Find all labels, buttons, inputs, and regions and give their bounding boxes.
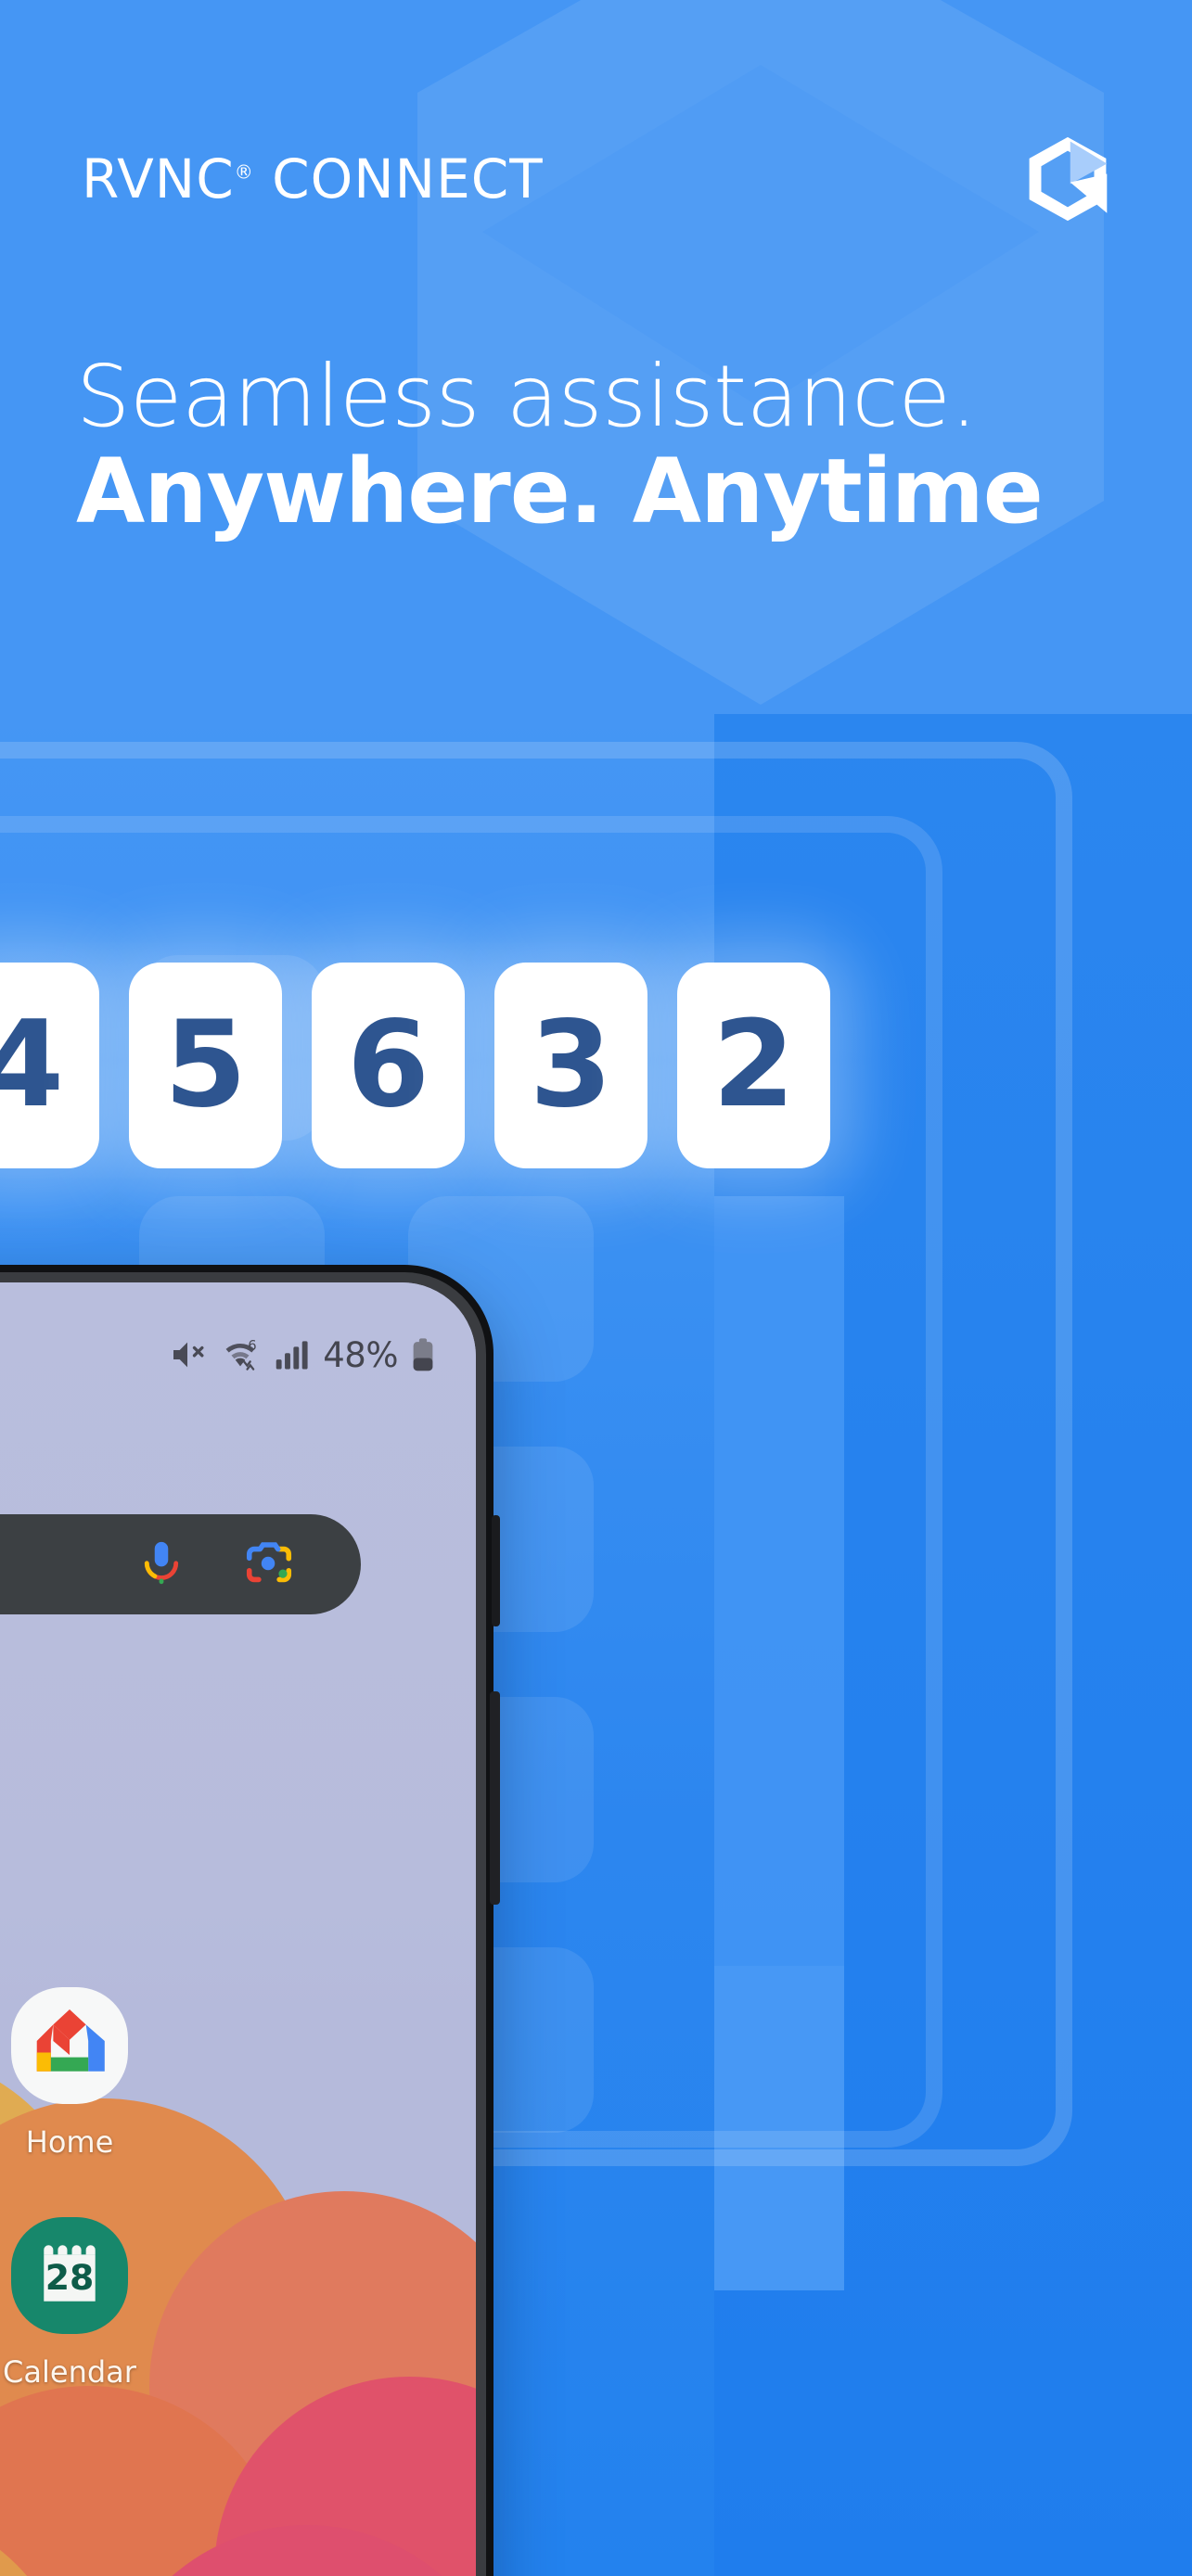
brand-wordmark-rvnc: RVNC	[82, 147, 235, 210]
logo-row: RVNC® CONNECT	[82, 134, 1118, 223]
app-label: Home	[25, 2124, 114, 2160]
volume-mute-icon	[169, 1336, 206, 1373]
app-label: Calendar	[3, 2354, 136, 2390]
brand-wordmark-connect: CONNECT	[272, 147, 544, 210]
registered-trademark-icon: ®	[234, 160, 254, 184]
phone-mockup: 6 48% Home 28 Calendar	[0, 1265, 500, 2576]
promo-screenshot: RVNC® CONNECT Seamless assistance. Anywh…	[0, 0, 1192, 2576]
svg-text:6: 6	[248, 1338, 256, 1354]
battery-icon	[411, 1337, 435, 1372]
app-item-home[interactable]: Home	[0, 1987, 185, 2160]
headline: Seamless assistance. Anywhere. Anytime	[76, 351, 1115, 542]
google-search-bar[interactable]	[0, 1514, 361, 1614]
calendar-app-icon[interactable]: 28	[11, 2217, 128, 2334]
google-lens-icon[interactable]	[242, 1537, 296, 1591]
app-row: Clock 28 Calendar	[0, 2217, 429, 2390]
app-grid: Phone	[0, 1987, 429, 2447]
header: RVNC® CONNECT Seamless assistance. Anywh…	[0, 0, 1192, 714]
google-mic-icon[interactable]	[135, 1537, 188, 1591]
app-item-calendar[interactable]: 28 Calendar	[0, 2217, 185, 2390]
battery-percent-label: 48%	[323, 1334, 398, 1375]
code-tile: 5	[129, 963, 282, 1168]
code-tile: 6	[312, 963, 465, 1168]
phone-power-button[interactable]	[492, 1515, 500, 1626]
headline-line-2: Anywhere. Anytime	[76, 440, 1044, 544]
code-tile: 3	[494, 963, 647, 1168]
phone-volume-button[interactable]	[490, 1691, 500, 1905]
phone-screen: 6 48% Home 28 Calendar	[0, 1282, 476, 2576]
access-code-tiles: 4 5 6 3 2	[0, 963, 830, 1168]
brand-wordmark: RVNC® CONNECT	[82, 147, 544, 210]
status-bar: 6 48%	[0, 1327, 476, 1383]
wifi-6-icon: 6	[219, 1336, 262, 1373]
code-tile: 2	[677, 963, 830, 1168]
svg-text:28: 28	[45, 2257, 95, 2298]
google-home-app-icon[interactable]	[11, 1987, 128, 2104]
code-tile: 4	[0, 963, 99, 1168]
realvnc-hexagon-logo-icon	[1025, 134, 1110, 223]
app-row: Phone	[0, 1987, 429, 2160]
cellular-signal-icon	[275, 1338, 310, 1371]
headline-line-1: Seamless assistance.	[76, 347, 978, 446]
